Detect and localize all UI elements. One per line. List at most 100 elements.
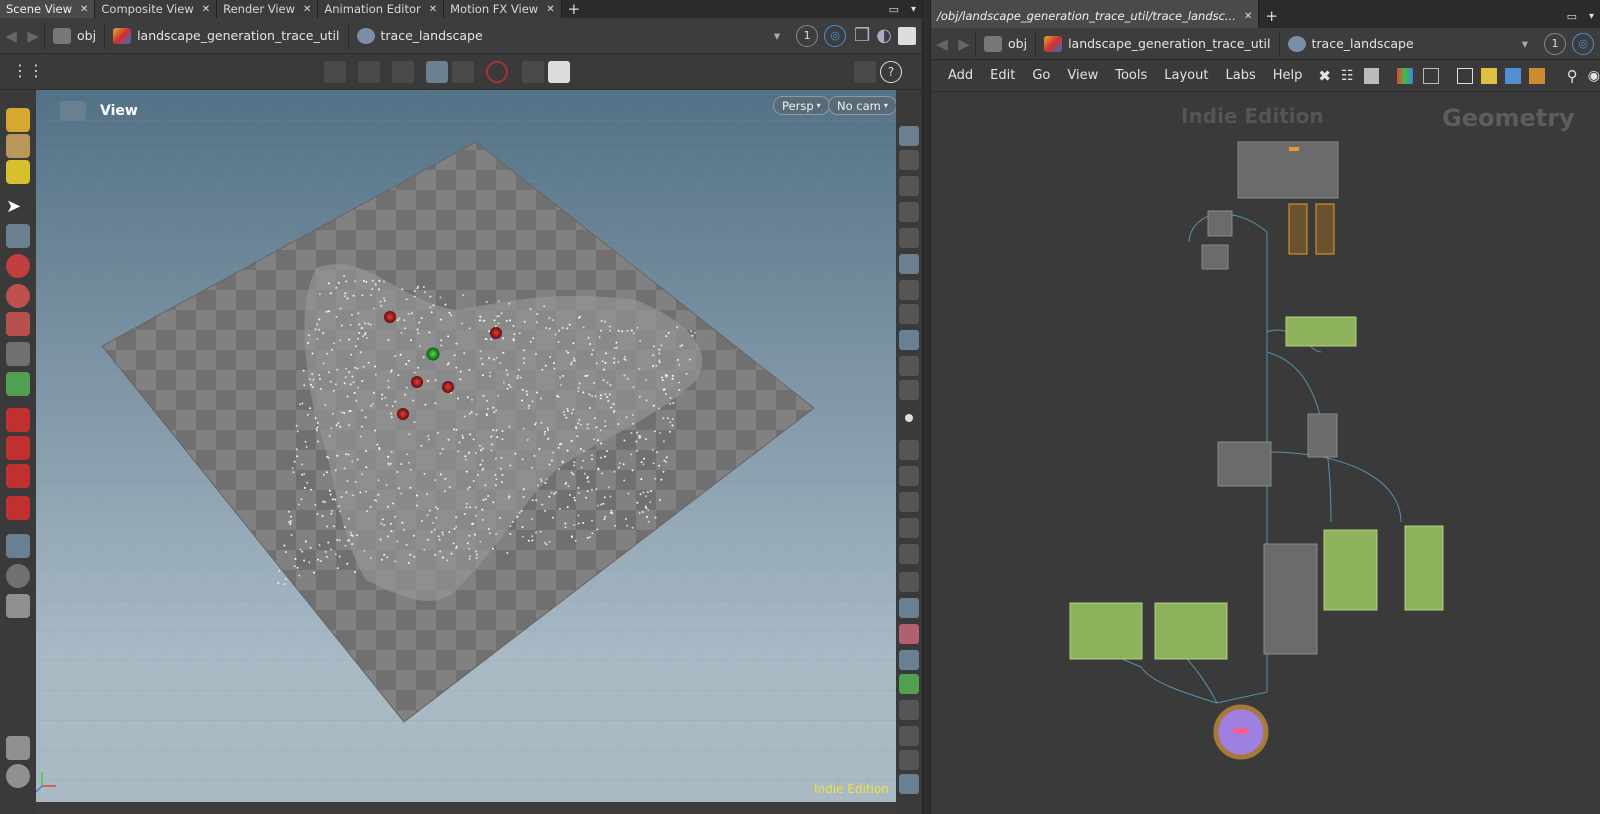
pen-icon[interactable] [899, 466, 919, 486]
display-options-2-icon[interactable] [899, 150, 919, 170]
point-numbers-icon[interactable] [899, 492, 919, 512]
node-box-d[interactable] [1217, 441, 1272, 487]
wrench-icon[interactable]: ✖ [1318, 67, 1331, 85]
tab-scene-view[interactable]: Scene View ✕ [0, 0, 96, 18]
camera-icon[interactable] [452, 61, 474, 83]
snap-icon[interactable] [426, 61, 448, 83]
subnet-box-icon[interactable] [1528, 67, 1545, 84]
search-icon[interactable]: ⚲ [1567, 67, 1578, 85]
node-green-5[interactable] [1154, 602, 1228, 660]
layout-options-icon[interactable] [854, 61, 876, 83]
brush-icon[interactable] [899, 440, 919, 460]
marker-red-1[interactable] [384, 311, 396, 323]
node-box-e[interactable] [1263, 543, 1318, 655]
shade-icon[interactable] [899, 598, 919, 618]
transform-icon[interactable] [392, 61, 414, 83]
forward-arrow-icon[interactable]: ▶ [953, 35, 975, 53]
display-options-1-icon[interactable] [899, 126, 919, 146]
menu-tools[interactable]: Tools [1115, 68, 1147, 83]
color-palette-icon[interactable] [1397, 67, 1414, 84]
record-icon[interactable] [486, 61, 508, 83]
visibility-tool-icon[interactable] [6, 764, 30, 788]
menu-labs[interactable]: Labs [1225, 68, 1255, 83]
close-icon[interactable]: ✕ [80, 4, 88, 15]
image-icon[interactable] [1504, 67, 1521, 84]
close-icon[interactable]: ✕ [202, 4, 210, 15]
magnet-tool-2-icon[interactable] [6, 436, 30, 460]
link-target-icon[interactable]: ◎ [824, 24, 847, 47]
view-tool-icon[interactable] [6, 534, 30, 558]
magnet-tool-3-icon[interactable] [6, 464, 30, 488]
point-icon[interactable] [905, 414, 913, 422]
tab-render-view[interactable]: Render View ✕ [217, 0, 319, 18]
persp-dropdown[interactable]: Persp ▾ [773, 96, 830, 115]
network-box-icon[interactable] [1457, 67, 1474, 84]
tab-composite-view[interactable]: Composite View ✕ [95, 0, 218, 18]
background-icon[interactable] [899, 650, 919, 670]
menu-help[interactable]: Help [1273, 68, 1303, 83]
ghost-icon[interactable] [899, 304, 919, 324]
eye-icon[interactable]: ◉ [1588, 68, 1600, 84]
3d-viewport[interactable] [36, 90, 896, 802]
camera-dropdown[interactable]: No cam ▾ [828, 96, 897, 115]
magnet-tool-1-icon[interactable] [6, 408, 30, 432]
node-green-1[interactable] [1285, 316, 1357, 347]
display-tool-icon[interactable] [6, 736, 30, 760]
tab-motion-fx-view[interactable]: Motion FX View ✕ [444, 0, 562, 18]
pane-divider[interactable] [922, 0, 931, 814]
brush-tool-icon[interactable] [6, 134, 30, 158]
paint-tool-icon[interactable] [6, 160, 30, 184]
grid-menu-icon[interactable]: ⋮⋮ [12, 61, 44, 83]
pose-tool-icon[interactable] [6, 342, 30, 366]
guide-icon[interactable] [899, 380, 919, 400]
marker-green[interactable] [426, 347, 440, 361]
close-icon[interactable]: ✕ [429, 4, 437, 15]
node-green-3[interactable] [1404, 525, 1444, 611]
menu-view[interactable]: View [1067, 68, 1098, 83]
magnet-tool-4-icon[interactable] [6, 496, 30, 520]
tree-icon[interactable]: ☷ [1341, 68, 1354, 84]
curve-icon[interactable] [899, 572, 919, 592]
close-icon[interactable]: ✕ [1244, 11, 1252, 22]
grid-view-icon[interactable] [1423, 67, 1440, 84]
breadcrumb-landscape-generation[interactable]: landscape_generation_trace_util [104, 22, 347, 49]
select-arrow-icon[interactable]: ➤ [6, 196, 30, 220]
orient-tool-icon[interactable] [6, 564, 30, 588]
visibility-icon[interactable] [899, 202, 919, 222]
timeline-icon[interactable] [899, 726, 919, 746]
lock-camera-icon[interactable] [899, 176, 919, 196]
transform-handles-icon[interactable] [6, 372, 30, 396]
pane-layout-icon[interactable]: ▭ [883, 0, 905, 18]
cube-view-icon[interactable]: ❒ [854, 25, 870, 46]
breadcrumb-trace-landscape[interactable]: trace_landscape [347, 22, 491, 49]
shading-icon[interactable]: ◐ [876, 25, 892, 46]
handle-tool-icon[interactable] [6, 108, 30, 132]
checker-icon[interactable] [899, 624, 919, 644]
breadcrumb-obj[interactable]: obj [975, 30, 1035, 57]
link-target-icon[interactable]: ◎ [1572, 32, 1594, 55]
lighting-icon[interactable] [899, 228, 919, 248]
forward-arrow-icon[interactable]: ▶ [22, 27, 44, 45]
node-box-c[interactable] [1307, 413, 1338, 458]
path-dropdown-icon[interactable]: ▾ [774, 28, 780, 43]
headlight-icon[interactable] [899, 254, 919, 274]
node-box-a[interactable] [1207, 210, 1233, 237]
prim-numbers-icon[interactable] [899, 544, 919, 564]
node-box-b[interactable] [1201, 244, 1229, 270]
terrain-icon[interactable] [899, 674, 919, 694]
viewport-scene[interactable] [36, 90, 896, 802]
path-dropdown-icon[interactable]: ▾ [1522, 36, 1528, 51]
lock-icon[interactable] [6, 224, 30, 248]
pane-menu-icon[interactable]: ▾ [905, 0, 922, 18]
frame-number-button[interactable]: 1 [1544, 32, 1566, 55]
light-icon[interactable] [522, 61, 544, 83]
add-tab-button[interactable]: + [562, 0, 587, 18]
camera-view-icon[interactable] [60, 101, 86, 121]
list-view-icon[interactable] [1363, 67, 1380, 84]
scene-icon[interactable] [899, 774, 919, 794]
node-box-top[interactable] [1237, 141, 1339, 199]
back-arrow-icon[interactable]: ◀ [931, 35, 953, 53]
list-icon[interactable] [899, 750, 919, 770]
menu-go[interactable]: Go [1032, 68, 1050, 83]
breadcrumb-landscape-generation[interactable]: landscape_generation_trace_util [1035, 30, 1278, 57]
